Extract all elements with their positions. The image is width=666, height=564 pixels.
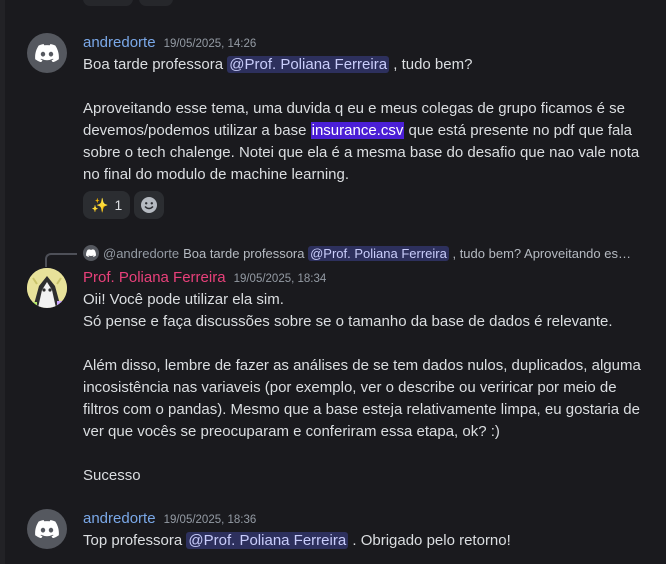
previous-reactions [83, 0, 173, 6]
user-mention[interactable]: @Prof. Poliana Ferreira [227, 56, 390, 73]
reaction-sparkles[interactable]: ✨ 1 [83, 191, 131, 219]
timestamp: 19/05/2025, 18:34 [233, 273, 327, 285]
message-content: Top professora @Prof. Poliana Ferreira .… [83, 530, 653, 552]
user-mention[interactable]: @Prof. Poliana Ferreira [186, 532, 349, 549]
message-text: . Obrigado pelo retorno! [348, 532, 511, 549]
user-mention[interactable]: @Prof. Poliana Ferreira [308, 245, 449, 261]
message-text: Além disso, lembre de fazer as análises … [83, 357, 641, 440]
message-header: andredorte 19/05/2025, 18:36 [83, 510, 256, 527]
message-header: Prof. Poliana Ferreira 19/05/2025, 18:34 [83, 269, 326, 286]
reply-text-part: , tudo bem? Aproveitando es… [448, 245, 631, 261]
reactions: ✨ 1 [83, 191, 165, 219]
message-content: Boa tarde professora @Prof. Poliana Ferr… [83, 54, 653, 186]
reply-text-part: Boa tarde professora [183, 245, 309, 261]
timestamp: 19/05/2025, 18:36 [163, 514, 257, 526]
timestamp: 19/05/2025, 14:26 [163, 38, 257, 50]
message-content: Oii! Você pode utilizar ela sim. Só pens… [83, 289, 653, 487]
message-text: Boa tarde professora [83, 56, 228, 73]
username[interactable]: andredorte [83, 34, 156, 51]
message-text: , tudo bem? [389, 56, 473, 73]
message-text: Top professora [83, 532, 187, 549]
character-avatar-icon [27, 268, 67, 308]
reply-text: Boa tarde professora @Prof. Poliana Ferr… [183, 245, 631, 261]
discord-logo-icon [35, 520, 59, 538]
smiley-add-icon [141, 197, 158, 213]
message-text: Oii! Você pode utilizar ela sim. [83, 291, 284, 308]
chat-channel: andredorte 19/05/2025, 14:26 Boa tarde p… [0, 0, 666, 564]
message-header: andredorte 19/05/2025, 14:26 [83, 34, 256, 51]
avatar[interactable] [27, 509, 67, 549]
add-reaction-button[interactable] [134, 191, 165, 219]
reply-author[interactable]: @andredorte [103, 246, 179, 261]
avatar[interactable] [27, 268, 67, 308]
username[interactable]: Prof. Poliana Ferreira [83, 269, 226, 286]
reaction-chip[interactable] [139, 0, 173, 6]
avatar[interactable] [27, 33, 67, 73]
reaction-count: 1 [114, 197, 123, 213]
username[interactable]: andredorte [83, 510, 156, 527]
discord-logo-icon [35, 44, 59, 62]
reply-preview[interactable]: @andredorte Boa tarde professora @Prof. … [83, 245, 658, 261]
reply-connector [45, 253, 77, 267]
message-text: Sucesso [83, 467, 141, 484]
discord-logo-icon [86, 249, 96, 257]
selected-text: insurance.csv [310, 122, 405, 139]
sparkles-icon: ✨ [91, 196, 109, 213]
message-text: Só pense e faça discussões sobre se o ta… [83, 313, 613, 330]
reaction-chip[interactable] [83, 0, 133, 6]
reply-avatar [83, 245, 99, 261]
